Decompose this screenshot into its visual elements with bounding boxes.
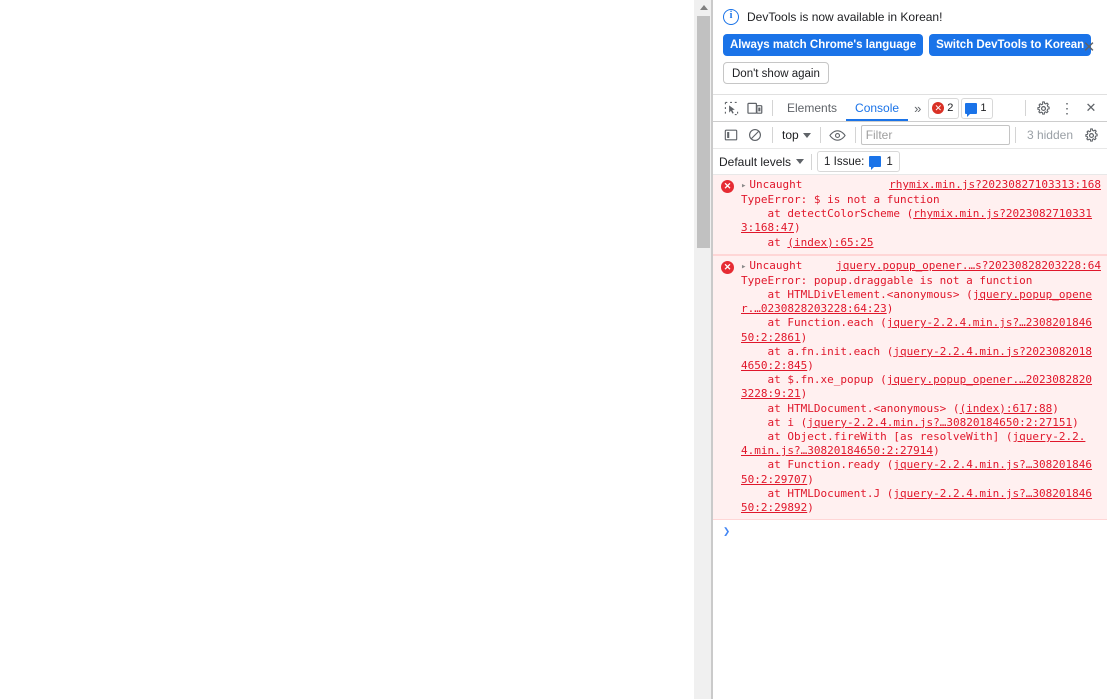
error-source-link[interactable]: rhymix.min.js?20230827103313:168	[889, 178, 1103, 192]
stack-line: at HTMLDocument.<anonymous> (	[741, 401, 960, 415]
issue-message-icon	[869, 156, 882, 170]
web-page-viewport[interactable]	[0, 0, 694, 699]
error-circle-icon: ✕	[932, 102, 945, 114]
stack-line-suffix: )	[793, 221, 801, 235]
error-count-value: 2	[947, 102, 954, 114]
stack-line-suffix: )	[933, 444, 940, 458]
stack-line: at HTMLDivElement.<anonymous> (	[741, 288, 973, 302]
error-stack-trace: TypeError: $ is not a function at detect…	[717, 193, 1103, 250]
console-error-message[interactable]: ✕ ▸ Uncaught rhymix.min.js?2023082710331…	[713, 175, 1107, 255]
stack-line-suffix: )	[886, 302, 894, 316]
stack-line-suffix: )	[807, 359, 814, 373]
error-circle-icon: ✕	[721, 260, 734, 274]
toolbar-divider	[1014, 127, 1016, 143]
language-notification-bar: i DevTools is now available in Korean! A…	[713, 0, 1107, 95]
inspect-element-icon[interactable]	[719, 97, 743, 119]
stack-line: at Function.each (	[741, 316, 887, 330]
close-icon[interactable]: ✕	[1079, 97, 1103, 119]
info-circle-icon: i	[723, 9, 739, 25]
hidden-messages-count: 3 hidden	[1026, 128, 1073, 142]
close-icon[interactable]: ✕	[1079, 38, 1099, 58]
error-source-link[interactable]: jquery.popup_opener.…s?20230828203228:64	[836, 259, 1103, 273]
stack-line: TypeError: popup.draggable is not a func…	[741, 273, 1033, 287]
eye-icon[interactable]	[826, 124, 850, 146]
filter-input[interactable]	[860, 125, 1010, 145]
error-title: Uncaught	[749, 258, 803, 272]
notification-message: DevTools is now available in Korean!	[747, 10, 943, 24]
scroll-up-arrow-icon[interactable]	[695, 0, 712, 14]
stack-line: at $.fn.xe_popup (	[741, 373, 887, 387]
message-bubble-icon	[965, 102, 978, 117]
stack-line-suffix: )	[807, 501, 814, 515]
stack-frame-link[interactable]: (index):65:25	[787, 236, 873, 249]
more-tabs-chevron-icon[interactable]: »	[908, 101, 926, 116]
execution-context-selector[interactable]: top	[778, 128, 815, 142]
toolbar-divider	[772, 100, 773, 116]
devtools-tabbar: Elements Console » ✕ 2 1 ⋮ ✕	[713, 95, 1107, 122]
issues-count: 1	[886, 155, 893, 168]
scrollbar-thumb[interactable]	[697, 16, 710, 248]
kebab-menu-icon[interactable]: ⋮	[1055, 97, 1079, 119]
prompt-arrow-icon: ❯	[723, 524, 731, 539]
expand-arrow-icon[interactable]: ▸	[741, 179, 746, 193]
gear-icon[interactable]	[1031, 97, 1055, 119]
page-vertical-scrollbar[interactable]	[694, 0, 712, 699]
stack-line-suffix: )	[800, 387, 808, 401]
stack-line: at a.fn.init.each (	[741, 344, 894, 358]
console-sidebar-toggle-icon[interactable]	[719, 124, 743, 146]
console-message-list[interactable]: ✕ ▸ Uncaught rhymix.min.js?2023082710331…	[713, 175, 1107, 699]
gear-icon[interactable]	[1079, 124, 1103, 146]
clear-console-icon[interactable]	[743, 124, 767, 146]
stack-line: at	[741, 235, 788, 249]
stack-line-suffix: )	[800, 330, 808, 344]
log-levels-label: Default levels	[719, 154, 792, 169]
issues-chip[interactable]: 1 Issue: 1	[817, 151, 900, 172]
issues-label: 1 Issue:	[824, 155, 865, 168]
console-error-message[interactable]: ✕ ▸ Uncaught jquery.popup_opener.…s?2023…	[713, 254, 1107, 521]
stack-line-suffix: )	[807, 472, 814, 486]
stack-line: at detectColorScheme (	[741, 207, 914, 221]
error-title: Uncaught	[749, 178, 803, 191]
stack-line: at i (	[741, 415, 808, 429]
dont-show-again-button[interactable]: Don't show again	[723, 62, 829, 84]
switch-to-korean-button[interactable]: Switch DevTools to Korean	[929, 34, 1092, 56]
stack-line: at Function.ready (	[741, 458, 894, 472]
chevron-down-icon	[802, 132, 811, 138]
stack-frame-link[interactable]: (index):617:88	[960, 402, 1053, 415]
stack-line: at HTMLDocument.J (	[741, 486, 894, 500]
always-match-language-button[interactable]: Always match Chrome's language	[723, 34, 924, 56]
console-prompt[interactable]: ❯	[713, 520, 1107, 538]
error-circle-icon: ✕	[721, 180, 734, 193]
toolbar-divider	[819, 127, 821, 143]
stack-line: TypeError: $ is not a function	[741, 193, 940, 206]
execution-context-label: top	[782, 128, 799, 142]
stack-frame-link[interactable]: jquery-2.2.4.min.js?…30820184650:2:27151	[807, 416, 1072, 429]
message-count-badge[interactable]: 1	[961, 97, 993, 119]
chevron-down-icon	[796, 159, 805, 164]
error-stack-trace: TypeError: popup.draggable is not a func…	[717, 274, 1103, 515]
message-count-value: 1	[980, 102, 987, 114]
stack-line-suffix: )	[1052, 401, 1059, 415]
toolbar-divider	[772, 127, 773, 143]
devtools-panel: i DevTools is now available in Korean! A…	[713, 0, 1107, 699]
console-levels-toolbar: Default levels 1 Issue: 1	[713, 149, 1107, 175]
tab-elements[interactable]: Elements	[778, 95, 846, 121]
tab-console[interactable]: Console	[846, 95, 908, 121]
toolbar-divider	[811, 153, 813, 170]
error-count-badge[interactable]: ✕ 2	[928, 97, 960, 119]
devtools-screenshot: i DevTools is now available in Korean! A…	[0, 0, 1107, 699]
console-filter-toolbar: top 3 hidden	[713, 122, 1107, 149]
expand-arrow-icon[interactable]: ▸	[741, 260, 746, 274]
toolbar-divider	[1025, 100, 1026, 116]
stack-line: at Object.fireWith [as resolveWith] (	[741, 430, 1013, 444]
device-toolbar-icon[interactable]	[743, 97, 767, 119]
stack-line-suffix: )	[1072, 415, 1079, 429]
log-levels-selector[interactable]: Default levels	[719, 155, 806, 169]
toolbar-divider	[854, 127, 856, 143]
